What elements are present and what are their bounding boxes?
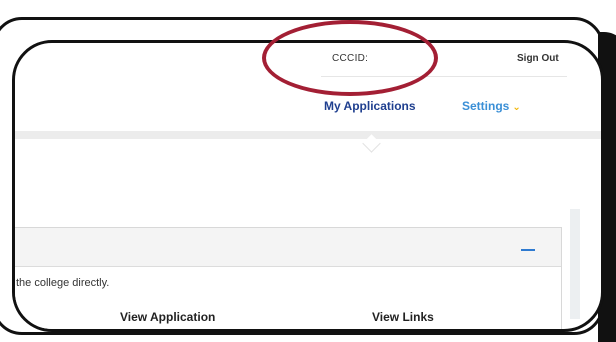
cccid-label: CCCID: — [332, 53, 369, 64]
applications-panel: the college directly. View Application V… — [15, 227, 562, 329]
scrollbar[interactable] — [570, 209, 580, 319]
column-header-view-links: View Links — [372, 310, 434, 324]
chevron-down-icon: ⌄ — [512, 102, 521, 113]
column-header-view-application: View Application — [120, 310, 216, 324]
nav-underline-bar — [15, 131, 601, 139]
nav-settings-label: Settings — [462, 99, 510, 113]
collapse-minus-icon[interactable] — [521, 249, 535, 251]
nav-settings[interactable]: Settings ⌄ — [462, 99, 521, 113]
header-divider — [321, 76, 567, 77]
callout-bubble: CCCID: Sign Out My Applications Settings… — [12, 40, 604, 332]
nav-my-applications[interactable]: My Applications — [324, 99, 416, 113]
panel-message: the college directly. — [16, 277, 110, 289]
sign-out-link[interactable]: Sign Out — [517, 53, 559, 64]
page-viewport: CCCID: Sign Out My Applications Settings… — [15, 43, 601, 329]
panel-header — [15, 228, 561, 267]
